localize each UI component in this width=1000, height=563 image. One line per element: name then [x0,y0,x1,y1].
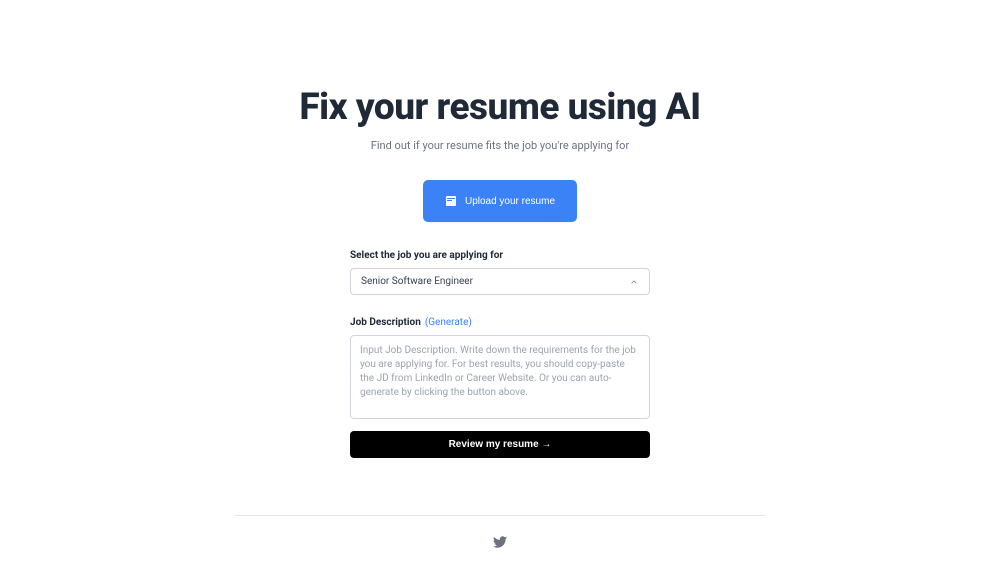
footer [234,515,766,553]
upload-button-label: Upload your resume [465,196,555,207]
page-title: Fix your resume using AI [116,86,884,129]
jd-label-row: Job Description (Generate) [350,317,650,328]
jd-textarea[interactable] [350,335,650,419]
main-container: Fix your resume using AI Find out if you… [116,0,884,458]
upload-resume-button[interactable]: Upload your resume [423,180,577,222]
twitter-icon[interactable] [493,535,507,549]
job-select[interactable]: Senior Software Engineer [350,268,650,295]
generate-link[interactable]: (Generate) [425,317,472,328]
document-icon [445,195,457,207]
review-resume-button[interactable]: Review my resume → [350,431,650,458]
jd-label: Job Description [350,317,421,328]
select-label: Select the job you are applying for [350,250,650,261]
chevron-up-icon [629,277,639,287]
form-area: Select the job you are applying for Seni… [350,250,650,458]
job-select-value: Senior Software Engineer [361,276,473,287]
hero: Fix your resume using AI Find out if you… [116,86,884,222]
page-subtitle: Find out if your resume fits the job you… [116,139,884,152]
